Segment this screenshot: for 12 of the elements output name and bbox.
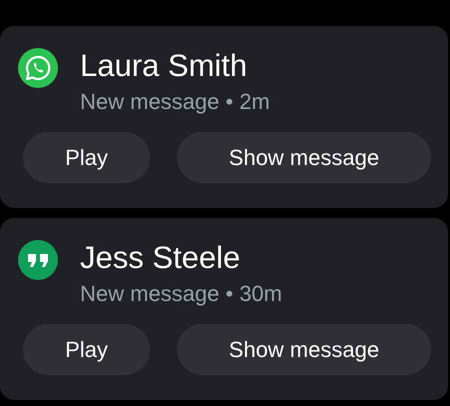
- sender-name: Laura Smith: [80, 47, 248, 85]
- action-button[interactable]: Play: [23, 324, 150, 375]
- notification-card[interactable]: Laura Smith New message • 2m Play Show message: [0, 26, 448, 208]
- notification-subtitle: New message • 2m: [80, 88, 270, 116]
- quote-icon: [18, 240, 58, 280]
- action-button[interactable]: Show message: [177, 324, 431, 375]
- action-button[interactable]: Show message: [177, 132, 431, 183]
- action-button[interactable]: Play: [23, 132, 150, 183]
- notification-subtitle: New message • 30m: [80, 280, 282, 308]
- sender-name: Jess Steele: [80, 239, 242, 277]
- notification-card[interactable]: Jess Steele New message • 30m Play Show message: [0, 218, 448, 400]
- chat-phone-icon: [18, 48, 58, 88]
